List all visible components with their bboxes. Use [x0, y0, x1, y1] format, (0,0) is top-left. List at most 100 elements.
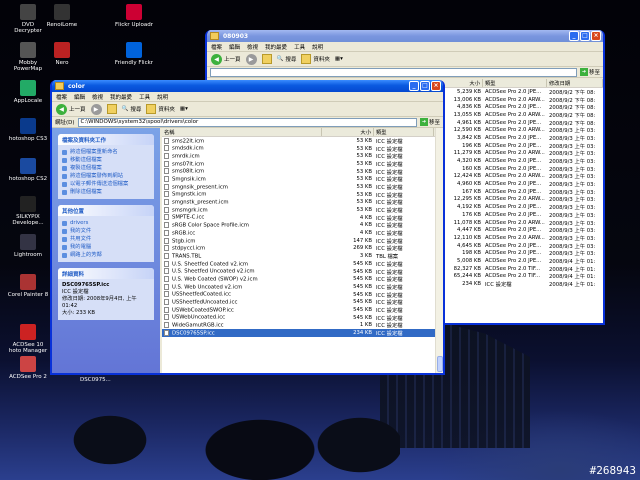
table-row[interactable]: 4,320 KB ACDSee Pro 2.0 JPE... 2008/9/3 上午… — [445, 157, 603, 165]
menu-view[interactable]: 檢視 — [247, 43, 258, 51]
table-row[interactable]: USWebCoatedSWOP.icc 545 KB ICC 設定檔 — [162, 306, 443, 314]
menu-edit[interactable]: 編輯 — [74, 93, 85, 101]
table-row[interactable]: sms07lt.icm 53 KB ICC 設定檔 — [162, 160, 443, 168]
table-row[interactable]: 4,961 KB ACDSee Pro 2.0 JPE... 2008/9/2 下午… — [445, 119, 603, 127]
menu-view[interactable]: 檢視 — [92, 93, 103, 101]
table-row[interactable]: USSheetfedUncoated.icc 545 KB ICC 設定檔 — [162, 298, 443, 306]
menu-edit[interactable]: 編輯 — [229, 43, 240, 51]
table-row[interactable]: 11,078 KB ACDSee Pro 2.0 ARW... 2008/9/3 上… — [445, 219, 603, 227]
table-row[interactable]: 12,295 KB ACDSee Pro 2.0 ARW... 2008/9/3 上… — [445, 196, 603, 203]
other-place-link[interactable]: drivers — [62, 219, 150, 227]
window-color-titlebar[interactable]: color _ □ × — [52, 80, 443, 92]
file-list[interactable]: 名稱 大小 類型 sms22lt.icm 53 KB ICC 設定檔 smdsdk.i… — [162, 128, 443, 373]
table-row[interactable]: 12,110 KB ACDSee Pro 2.0 ARW... 2008/9/3 上… — [445, 234, 603, 242]
table-row[interactable]: Stgb.icm 147 KB ICC 設定檔 — [162, 237, 443, 245]
table-row[interactable]: 11,279 KB ACDSee Pro 2.0 ARW... 2008/9/3 上… — [445, 150, 603, 157]
column-type[interactable]: 類型 — [483, 79, 547, 87]
menu-favorites[interactable]: 我的最愛 — [110, 93, 132, 101]
address-input[interactable] — [210, 67, 577, 77]
table-row[interactable]: sRGB.icc 4 KB ICC 設定檔 — [162, 229, 443, 237]
table-row[interactable]: USSheetfedCoated.icc 545 KB ICC 設定檔 — [162, 291, 443, 299]
column-name[interactable]: 名稱 — [162, 128, 322, 136]
go-button[interactable]: ➜ 移至 — [579, 68, 600, 76]
menu-favorites[interactable]: 我的最愛 — [265, 43, 287, 51]
desktop-icon[interactable]: Corel Painter 8 — [2, 274, 54, 298]
table-row[interactable]: U.S. Web Coated (SWOP) v2.icm 545 KB ICC 設… — [162, 275, 443, 283]
table-row[interactable]: 12,424 KB ACDSee Pro 2.0 ARW... 2008/9/3 上… — [445, 173, 603, 180]
other-places-header[interactable]: 其他位置 — [58, 205, 154, 216]
column-type[interactable]: 類型 — [374, 128, 434, 136]
up-button[interactable] — [106, 104, 117, 114]
table-row[interactable]: stdpyccl.icm 269 KB ICC 設定檔 — [162, 245, 443, 252]
file-task-link[interactable]: 將這個檔案發佈到網站 — [62, 172, 150, 180]
close-button[interactable]: × — [431, 81, 441, 91]
views-button[interactable]: ▦▾ — [335, 56, 343, 62]
desktop-icon[interactable]: ACDSee Pro 2 — [2, 356, 54, 380]
table-row[interactable]: 160 KB ACDSee Pro 2.0 JPE... 2008/9/3 上午 0… — [445, 165, 603, 173]
menu-tools[interactable]: 工具 — [294, 43, 305, 51]
back-button[interactable]: ◀ 上一頁 — [211, 53, 241, 65]
table-row[interactable]: 4,192 KB ACDSee Pro 2.0 JPE... 2008/9/3 上午… — [445, 203, 603, 211]
menu-help[interactable]: 說明 — [312, 43, 323, 51]
table-row[interactable]: 4,645 KB ACDSee Pro 2.0 JPE... 2008/9/3 上午… — [445, 242, 603, 250]
table-row[interactable]: smdsdk.icm 53 KB ICC 設定檔 — [162, 145, 443, 153]
vertical-scrollbar[interactable] — [435, 128, 443, 373]
table-row[interactable]: 4,960 KB ACDSee Pro 2.0 JPE... 2008/9/3 上午… — [445, 180, 603, 188]
desktop-icon[interactable]: Flickr Uploadr — [108, 4, 160, 28]
desktop-icon[interactable]: hotoshop CS3 — [2, 118, 54, 142]
table-row[interactable]: 176 KB ACDSee Pro 2.0 JPE... 2008/9/3 上午 0… — [445, 211, 603, 219]
table-row[interactable]: DSC09765SP.icc 234 KB ICC 設定檔 — [162, 329, 443, 337]
other-place-link[interactable]: 網路上的芳鄰 — [62, 251, 150, 259]
forward-button[interactable]: ▶ — [90, 103, 102, 115]
column-modified[interactable]: 修改日期 — [547, 79, 603, 87]
table-row[interactable]: 82,327 KB ACDSee Pro 2.0 TIF... 2008/9/4 上… — [445, 265, 603, 273]
table-row[interactable]: 167 KB ACDSee Pro 2.0 JPE... 2008/9/3 上午 0… — [445, 188, 603, 196]
other-place-link[interactable]: 我的電腦 — [62, 243, 150, 251]
maximize-button[interactable]: □ — [580, 31, 590, 41]
file-list[interactable]: 大小 類型 修改日期 5,239 KB ACDSee Pro 2.0 JPE...… — [445, 79, 603, 323]
file-tasks-header[interactable]: 檔案及資料夾工作 — [58, 134, 154, 145]
desktop-icon[interactable]: ACDSee 10 hoto Manager — [2, 324, 54, 354]
table-row[interactable]: sms22lt.icm 53 KB ICC 設定檔 — [162, 137, 443, 145]
search-button[interactable]: 🔍 搜尋 — [277, 55, 297, 63]
table-row[interactable]: 4,447 KB ACDSee Pro 2.0 JPE... 2008/9/3 上午… — [445, 226, 603, 234]
desktop-icon[interactable]: Lightroom — [2, 234, 54, 258]
table-row[interactable]: 13,006 KB ACDSee Pro 2.0 ARW... 2008/9/2 下… — [445, 96, 603, 104]
table-row[interactable]: U.S. Web Uncoated v2.icm 545 KB ICC 設定檔 — [162, 283, 443, 291]
menu-help[interactable]: 說明 — [157, 93, 168, 101]
table-row[interactable]: 196 KB ACDSee Pro 2.0 JPE... 2008/9/3 上午 0… — [445, 142, 603, 150]
other-place-link[interactable]: 共用文件 — [62, 235, 150, 243]
file-task-link[interactable]: 複製這個檔案 — [62, 164, 150, 172]
desktop-icon[interactable]: RenoiLome — [36, 4, 88, 28]
file-task-link[interactable]: 將這個檔案重新命名 — [62, 148, 150, 156]
minimize-button[interactable]: _ — [409, 81, 419, 91]
menu-file[interactable]: 檔案 — [56, 93, 67, 101]
table-row[interactable]: TRANS.TBL 3 KB TBL 檔案 — [162, 252, 443, 260]
table-row[interactable]: WideGamutRGB.icc 1 KB ICC 設定檔 — [162, 322, 443, 329]
table-row[interactable]: smgnstk_present.icm 53 KB ICC 設定檔 — [162, 199, 443, 206]
details-header[interactable]: 詳細資料 — [58, 268, 154, 279]
column-size[interactable]: 大小 — [445, 79, 483, 87]
table-row[interactable]: smsmgrk.icm 53 KB ICC 設定檔 — [162, 206, 443, 214]
table-row[interactable]: 4,836 KB ACDSee Pro 2.0 JPE... 2008/9/2 下午… — [445, 103, 603, 111]
close-button[interactable]: × — [591, 31, 601, 41]
menu-tools[interactable]: 工具 — [139, 93, 150, 101]
scrollbar-thumb[interactable] — [437, 356, 443, 372]
file-task-link[interactable]: 以電子郵件傳送這個檔案 — [62, 180, 150, 188]
address-input[interactable]: C:\WINDOWS\system32\spool\drivers\color — [77, 117, 417, 127]
file-task-link[interactable]: 刪除這個檔案 — [62, 188, 150, 196]
views-button[interactable]: ▦▾ — [180, 106, 188, 112]
desktop-icon[interactable]: Friendly Flickr — [108, 42, 160, 66]
table-row[interactable]: 5,008 KB ACDSee Pro 2.0 JPE... 2008/9/4 上午… — [445, 257, 603, 265]
table-row[interactable]: 3,842 KB ACDSee Pro 2.0 JPE... 2008/9/3 上午… — [445, 134, 603, 142]
table-row[interactable]: 12,590 KB ACDSee Pro 2.0 ARW... 2008/9/3 上… — [445, 126, 603, 134]
window-color[interactable]: color _ □ × 檔案 編輯 檢視 我的最愛 工具 說明 ◀ 上一頁 ▶ 🔍… — [50, 80, 445, 375]
window-080903-titlebar[interactable]: 080903 _ □ × — [207, 30, 603, 42]
table-row[interactable]: 65,244 KB ACDSee Pro 2.0 TIF... 2008/9/4 上… — [445, 273, 603, 280]
forward-button[interactable]: ▶ — [245, 53, 257, 65]
table-row[interactable]: 198 KB ACDSee Pro 2.0 JPE... 2008/9/3 上午 0… — [445, 249, 603, 257]
back-button[interactable]: ◀ 上一頁 — [56, 103, 86, 115]
desktop-icon[interactable]: hotoshop CS2 — [2, 158, 54, 182]
table-row[interactable]: Smgnstk.icm 53 KB ICC 設定檔 — [162, 191, 443, 199]
table-row[interactable]: 5,239 KB ACDSee Pro 2.0 JPE... 2008/9/2 下午… — [445, 88, 603, 96]
